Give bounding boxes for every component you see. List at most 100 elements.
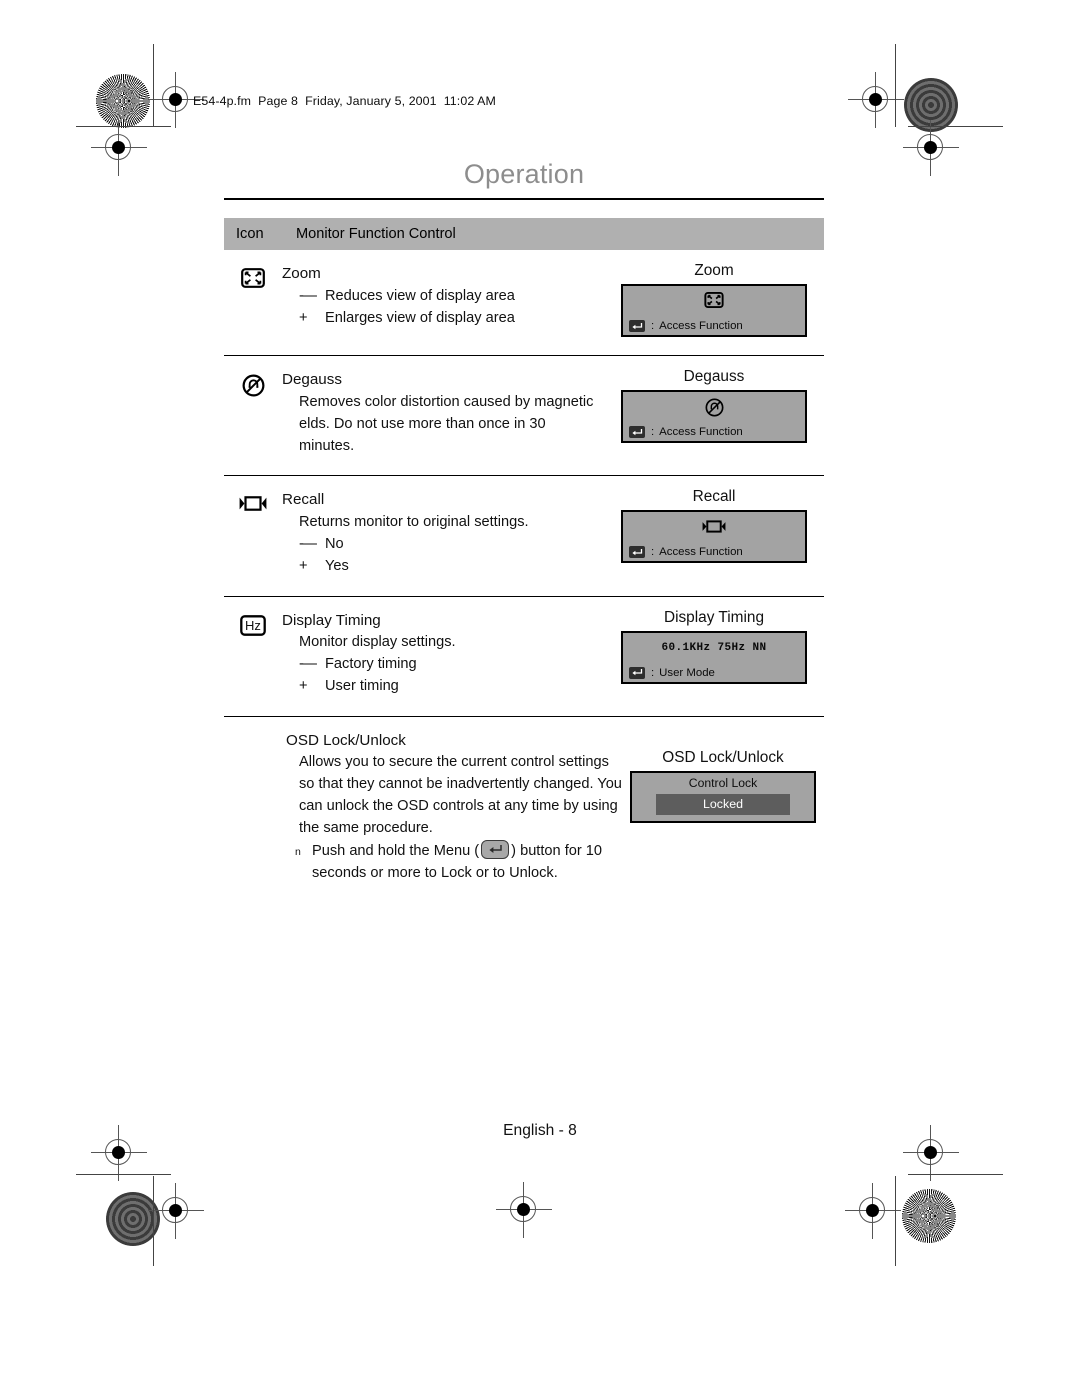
title-divider bbox=[224, 197, 824, 201]
registration-crosshair-right-upper bbox=[903, 120, 959, 176]
function-name: Zoom bbox=[282, 265, 321, 283]
page-content: Operation Icon Monitor Function Control … bbox=[224, 159, 824, 885]
osd-footer-text: Access Function bbox=[659, 546, 743, 559]
function-option: + User timing bbox=[282, 676, 604, 698]
row-osd-cell: Display Timing 60.1KHz 75Hz NN : User Mo… bbox=[604, 605, 824, 698]
osd-footer-text: User Mode bbox=[659, 666, 715, 679]
osd-preview-control-lock: Control Lock Locked bbox=[630, 770, 816, 823]
osd-preview-label: OSD Lock/Unlock bbox=[662, 748, 784, 766]
column-header-function: Monitor Function Control bbox=[296, 226, 456, 243]
function-name: Degauss bbox=[282, 371, 342, 389]
registration-starburst-bottom-right bbox=[902, 1189, 956, 1243]
registration-crosshair-bottom-left-inner bbox=[148, 1183, 204, 1239]
osd-preview-label: Display Timing bbox=[663, 608, 765, 626]
osd-footer-text: Access Function bbox=[659, 320, 743, 333]
osd-footer-separator: : bbox=[651, 320, 655, 333]
row-osd-cell: Recall: Access Function bbox=[604, 484, 824, 577]
osd-preview-label: Recall bbox=[692, 488, 736, 506]
trim-line-top-left bbox=[76, 126, 171, 128]
function-option: -— No bbox=[282, 534, 604, 556]
row-text-cell: Zoom -— Reduces view of display area + E… bbox=[282, 258, 604, 337]
row-osd-cell: OSD Lock/Unlock Control Lock Locked bbox=[622, 725, 824, 885]
osd-footer-separator: : bbox=[651, 546, 655, 559]
osd-glyph-degauss bbox=[623, 398, 805, 422]
recall-icon bbox=[238, 494, 268, 577]
option-text: No bbox=[325, 535, 344, 552]
function-description: Monitor display settings. bbox=[299, 634, 456, 651]
option-marker: + bbox=[299, 557, 308, 574]
degauss-icon bbox=[242, 374, 265, 457]
note-text: Push and hold the Menu () button for 10 … bbox=[312, 839, 622, 885]
osd-preview-label: Zoom bbox=[694, 262, 734, 280]
table-row-osd-lock-unlock: OSD Lock/Unlock Allows you to secure the… bbox=[224, 715, 824, 885]
osd-preview-recall: : Access Function bbox=[621, 510, 807, 564]
function-name: Recall bbox=[282, 491, 325, 509]
trim-line-right-vertical-bottom bbox=[895, 1176, 897, 1266]
osd-footer: : Access Function bbox=[629, 320, 743, 333]
degauss-icon bbox=[705, 398, 724, 422]
zoom-expand-icon bbox=[241, 268, 265, 337]
osd-lock-state-bar: Locked bbox=[656, 793, 790, 815]
row-osd-cell: Degauss: Access Function bbox=[604, 364, 824, 457]
osd-timing-value: 60.1KHz 75Hz NN bbox=[661, 641, 767, 654]
osd-preview-display-timing: 60.1KHz 75Hz NN : User Mode bbox=[621, 630, 807, 684]
enter-key-icon bbox=[629, 666, 645, 679]
hz-icon-label: Hz bbox=[245, 617, 261, 633]
option-text: Enlarges view of display area bbox=[325, 309, 515, 326]
option-text: Yes bbox=[325, 557, 349, 574]
option-marker: -— bbox=[299, 535, 317, 552]
osd-glyph-zoom bbox=[623, 292, 805, 313]
option-text: Reduces view of display area bbox=[325, 287, 515, 304]
osd-footer-separator: : bbox=[651, 666, 655, 679]
function-description: Returns monitor to original settings. bbox=[299, 513, 529, 530]
hz-icon: Hz bbox=[240, 614, 266, 698]
registration-crosshair-bottom-center bbox=[496, 1182, 552, 1238]
recall-icon bbox=[700, 518, 728, 540]
function-option: -— Factory timing bbox=[282, 654, 604, 676]
trim-line-top-right bbox=[908, 126, 1003, 128]
table-row-display-timing: Hz Display Timing Monitor display settin… bbox=[224, 595, 824, 698]
row-icon-cell bbox=[224, 484, 282, 577]
row-icon-cell bbox=[224, 725, 282, 885]
osd-preview-label: Degauss bbox=[683, 368, 745, 386]
table-row-recall: Recall Returns monitor to original setti… bbox=[224, 475, 824, 577]
option-marker: + bbox=[299, 309, 308, 326]
trim-line-right-vertical-top bbox=[895, 44, 897, 127]
row-icon-cell: Hz bbox=[224, 605, 282, 698]
function-description: Allows you to secure the current control… bbox=[299, 754, 622, 837]
enter-key-icon bbox=[629, 320, 645, 333]
enter-key-icon bbox=[629, 426, 645, 439]
registration-crosshair-bottom-right-inner bbox=[845, 1183, 901, 1239]
row-osd-cell: Zoom: Access Function bbox=[604, 258, 824, 338]
enter-key-icon bbox=[629, 546, 645, 559]
function-description: Removes color distortion caused by magne… bbox=[299, 393, 594, 454]
function-option: + Enlarges view of display area bbox=[282, 308, 604, 330]
osd-lock-title: Control Lock bbox=[688, 775, 758, 790]
function-option: -— Reduces view of display area bbox=[282, 286, 604, 308]
osd-preview-zoom: : Access Function bbox=[621, 284, 807, 338]
function-name: Display Timing bbox=[282, 611, 381, 629]
option-marker: + bbox=[299, 677, 308, 694]
row-text-cell: OSD Lock/Unlock Allows you to secure the… bbox=[282, 725, 622, 885]
trim-line-bottom-left bbox=[76, 1174, 171, 1176]
table-row-degauss: Degauss Removes color distortion caused … bbox=[224, 355, 824, 457]
column-header-icon: Icon bbox=[236, 226, 264, 243]
option-marker: -— bbox=[299, 656, 317, 673]
option-text: Factory timing bbox=[325, 656, 417, 673]
menu-key-icon[interactable] bbox=[481, 839, 510, 859]
zoom-expand-icon bbox=[704, 292, 724, 313]
option-text: User timing bbox=[325, 677, 399, 694]
trim-line-bottom-right bbox=[908, 1174, 1003, 1176]
row-icon-cell bbox=[224, 258, 282, 337]
note-marker: n bbox=[295, 845, 301, 858]
osd-footer: : Access Function bbox=[629, 426, 743, 439]
table-row-zoom: Zoom -— Reduces view of display area + E… bbox=[224, 250, 824, 338]
osd-glyph-recall bbox=[623, 518, 805, 540]
function-name: OSD Lock/Unlock bbox=[286, 731, 406, 749]
note-text-after: ) bbox=[511, 842, 517, 859]
registration-crosshair-left-upper bbox=[91, 120, 147, 176]
osd-preview-degauss: : Access Function bbox=[621, 390, 807, 444]
osd-footer: : User Mode bbox=[629, 666, 715, 679]
trim-line-left-vertical-top bbox=[153, 44, 155, 127]
osd-footer: : Access Function bbox=[629, 546, 743, 559]
